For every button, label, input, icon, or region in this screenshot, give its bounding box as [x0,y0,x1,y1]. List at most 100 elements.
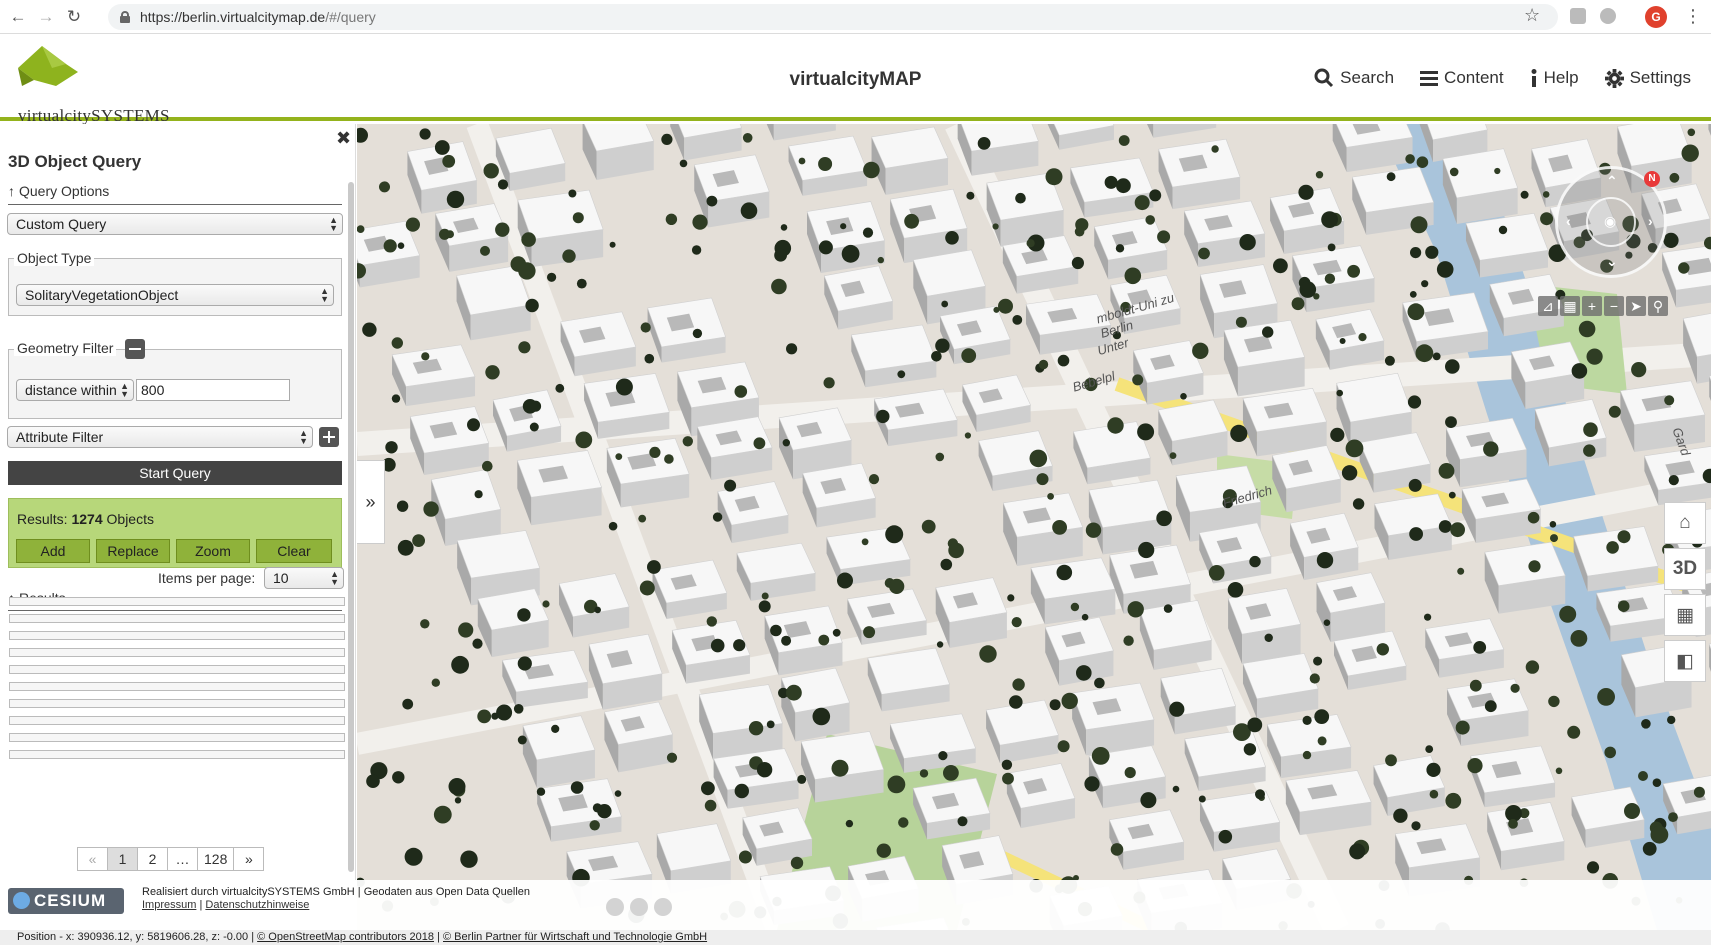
compass-widget[interactable]: N ⌃ ⌄ ‹ › ◉ [1555,166,1667,278]
map-icon[interactable]: ◧ [1664,640,1706,682]
object-type-select[interactable]: SolitaryVegetationObject ▲ ▼ [16,284,334,306]
tree [664,454,674,464]
twitter-icon[interactable] [606,898,624,916]
position-readout: Position - x: 390936.12, y: 5819606.28, … [17,931,255,943]
forward-icon[interactable]: → [36,7,56,27]
zoom-button[interactable]: Zoom [176,539,250,563]
tree [615,378,633,396]
cesium-logo[interactable]: CESIUM [8,888,124,914]
pedestrian-icon[interactable]: ⚲ [1648,296,1668,316]
result-row[interactable] [9,716,345,725]
page-1[interactable]: 1 [107,847,138,871]
result-row[interactable] [9,648,345,657]
nav-search[interactable]: Search [1314,68,1394,88]
tree [742,133,753,143]
result-row[interactable] [9,631,345,640]
zoom-out-icon[interactable]: − [1604,296,1624,316]
osm-attribution-link[interactable]: © OpenStreetMap contributors 2018 [257,931,434,943]
geometry-mode-select[interactable]: distance within ▲ ▼ [16,379,134,401]
datenschutz-link[interactable]: Datenschutzhinweise [205,899,309,911]
3d-view-button[interactable]: 3D [1664,548,1706,590]
linkedin-icon[interactable] [630,898,648,916]
tree [1424,613,1432,621]
home-icon[interactable]: ⌂ [1664,502,1706,544]
tree [1115,244,1125,253]
map-viewport[interactable]: Unter Friedrich Bebelpl mboldt-Uni zu Be… [357,124,1711,930]
clear-button[interactable]: Clear [256,539,332,563]
add-button[interactable]: Add [16,539,90,563]
tree [357,225,365,233]
add-attribute-filter-button[interactable] [319,427,339,447]
select-arrows-icon: ▲ ▼ [329,215,338,233]
nav-help[interactable]: Help [1530,68,1579,88]
remove-geometry-filter-button[interactable] [125,339,145,359]
building-block [1002,492,1084,566]
building-block [806,201,886,274]
result-row[interactable] [9,699,345,708]
tree [887,775,906,794]
result-row[interactable] [9,597,345,606]
tree [1436,261,1454,278]
rotate-left-icon[interactable]: ‹ [1566,213,1571,229]
tree [704,799,717,812]
tree [797,774,807,784]
rotate-right-icon[interactable]: › [1648,213,1653,229]
result-row[interactable] [9,750,345,759]
nav-settings[interactable]: Settings [1604,68,1691,88]
tree [1218,829,1233,844]
nav-content[interactable]: Content [1420,68,1504,88]
start-query-button[interactable]: Start Query [8,461,342,485]
building-block [1315,308,1385,370]
tree [1425,745,1434,753]
logo-text: virtualcitySYSTEMS [18,106,170,125]
tree [385,441,398,454]
tree [1549,521,1557,528]
tilt-down-icon[interactable]: ⌄ [1606,253,1618,270]
page-prev[interactable]: « [77,847,108,871]
tree [1127,601,1144,618]
collapse-sidebar-button[interactable]: » [357,460,385,544]
attribute-filter-select[interactable]: Attribute Filter ▲ ▼ [7,426,313,448]
eye-icon[interactable]: ◉ [1604,213,1616,230]
page-2[interactable]: 2 [137,847,168,871]
tree [964,432,972,439]
close-icon[interactable]: ✖ [336,128,351,149]
query-type-select[interactable]: Custom Query ▲ ▼ [7,213,343,235]
browser-menu-icon[interactable]: ⋮ [1684,6,1702,27]
tree [1169,701,1185,717]
query-options-toggle[interactable]: ↑ Query Options [8,183,109,199]
result-row[interactable] [9,682,345,691]
mail-icon[interactable] [654,898,672,916]
result-row[interactable] [9,614,345,623]
tree [1467,758,1483,774]
tree [1415,344,1434,363]
distance-input[interactable]: 800 [136,379,290,401]
reload-icon[interactable]: ↻ [64,7,84,27]
building-block [603,701,674,773]
zoom-in-icon[interactable]: + [1582,296,1602,316]
tilt-icon[interactable]: ⊿ [1538,296,1558,316]
tree [780,224,788,231]
tilt-up-icon[interactable]: ⌃ [1606,173,1618,190]
result-row[interactable] [9,733,345,742]
berlin-partner-link[interactable]: © Berlin Partner für Wirtschaft und Tech… [443,931,707,943]
address-bar[interactable]: https://berlin.virtualcitymap.de/#/query [108,4,1558,30]
impressum-link[interactable]: Impressum [142,899,196,911]
page-last[interactable]: 128 [197,847,235,871]
sidebar-scrollbar[interactable] [348,182,354,872]
extension-icon[interactable] [1600,8,1616,24]
extension-icon[interactable] [1570,8,1586,24]
grid-icon[interactable]: ▦ [1664,594,1706,636]
replace-button[interactable]: Replace [96,539,170,563]
tree [1071,256,1084,270]
result-row[interactable] [9,665,345,674]
grid-icon[interactable]: ▦ [1560,296,1580,316]
profile-avatar[interactable]: G [1645,6,1667,28]
tree [1667,715,1676,725]
locate-icon[interactable]: ➤ [1626,296,1646,316]
bookmark-star-icon[interactable]: ☆ [1524,5,1540,26]
items-per-page-select[interactable]: 10 ▲ ▼ [264,567,344,589]
page-next[interactable]: » [233,847,265,871]
back-icon[interactable]: ← [8,7,28,27]
tree [782,439,790,447]
